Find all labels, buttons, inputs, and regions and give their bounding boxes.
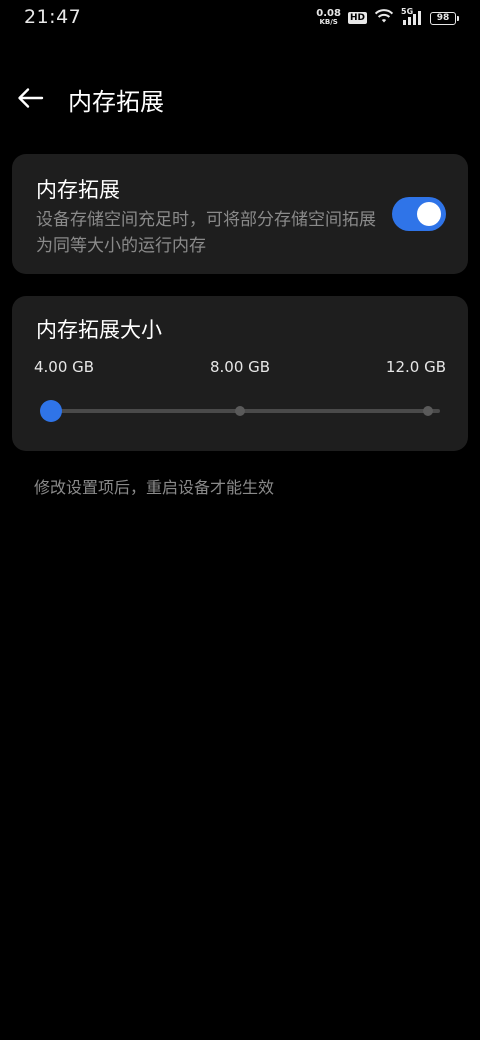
back-button[interactable] (12, 80, 48, 116)
restart-note: 修改设置项后，重启设备才能生效 (34, 478, 275, 497)
extension-size-card: 内存拓展大小 4.00 GB 8.00 GB 12.0 GB (12, 296, 468, 451)
memory-extension-description: 设备存储空间充足时，可将部分存储空间拓展为同等大小的运行内存 (36, 210, 376, 256)
toggle-knob (417, 202, 441, 226)
wifi-icon (374, 8, 394, 28)
memory-extension-toggle[interactable] (392, 197, 446, 231)
network-speed: 0.08 KB/S (316, 8, 341, 27)
back-arrow-icon (18, 88, 44, 108)
slider-step-dot[interactable] (235, 406, 245, 416)
memory-extension-title: 内存拓展 (36, 178, 120, 202)
battery-icon: 98 (430, 11, 459, 25)
network-speed-value: 0.08 (316, 8, 341, 19)
cellular-signal-icon: 5G (401, 7, 423, 27)
extension-size-title: 内存拓展大小 (36, 318, 162, 342)
memory-extension-card: 内存拓展 设备存储空间充足时，可将部分存储空间拓展为同等大小的运行内存 (12, 154, 468, 274)
extension-size-slider[interactable] (40, 396, 440, 426)
size-option-label: 8.00 GB (210, 358, 271, 376)
hd-badge: HD (347, 12, 367, 24)
slider-thumb[interactable] (40, 400, 62, 422)
size-option-label: 12.0 GB (385, 358, 446, 376)
header: 内存拓展 (0, 70, 480, 126)
status-icons: 0.08 KB/S HD 5G 98 (316, 7, 459, 28)
network-speed-unit: KB/S (319, 18, 338, 26)
size-option-label: 4.00 GB (34, 358, 95, 376)
slider-track (50, 409, 440, 413)
status-bar: 21:47 0.08 KB/S HD 5G 98 (0, 0, 480, 36)
page-title: 内存拓展 (68, 88, 164, 116)
slider-step-dot[interactable] (423, 406, 433, 416)
status-time: 21:47 (24, 6, 82, 28)
battery-level: 98 (436, 13, 450, 23)
